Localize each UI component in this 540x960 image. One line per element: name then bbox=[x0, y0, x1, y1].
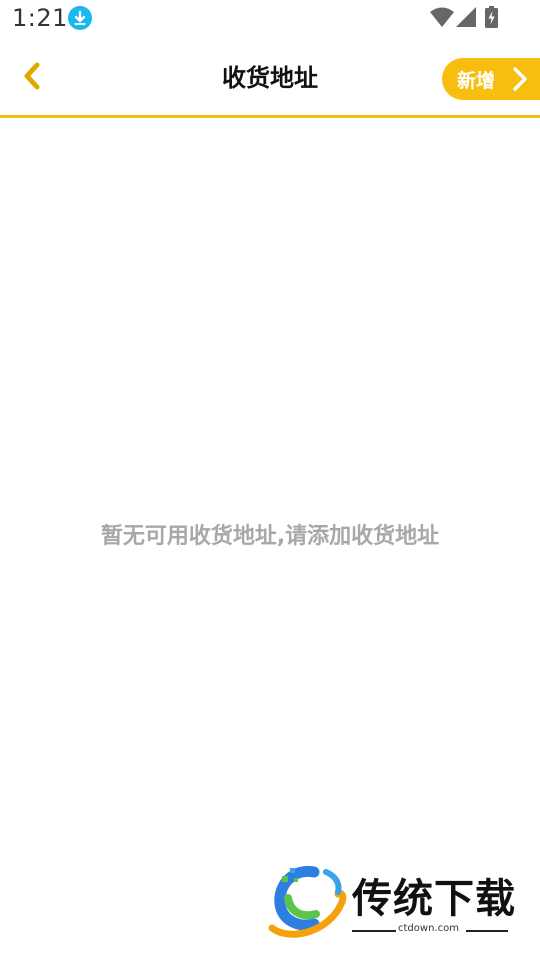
empty-state-message: 暂无可用收货地址,请添加收货地址 bbox=[100, 524, 440, 549]
add-address-label: 新增 bbox=[457, 69, 496, 92]
watermark-divider-left bbox=[352, 930, 396, 932]
brand-logo-icon bbox=[268, 862, 348, 938]
watermark-url: ctdown.com bbox=[398, 923, 459, 934]
watermark-divider-right bbox=[466, 930, 508, 932]
add-address-button[interactable]: 新增 bbox=[442, 58, 540, 100]
address-list-screen: 1:21 收货地址 新增 暂无可用收货地址,请添加收货地址 传统下载 ctdow… bbox=[0, 0, 540, 960]
wifi-icon bbox=[430, 7, 454, 31]
status-bar: 1:21 bbox=[0, 0, 540, 40]
status-time: 1:21 bbox=[12, 4, 68, 32]
battery-charging-icon bbox=[485, 6, 498, 32]
app-header: 收货地址 新增 bbox=[0, 40, 540, 118]
cellular-signal-icon bbox=[456, 7, 476, 31]
status-icons bbox=[430, 6, 500, 30]
watermark: 传统下载 ctdown.com bbox=[268, 862, 518, 942]
watermark-brand-text: 传统下载 bbox=[352, 876, 516, 922]
chevron-right-icon bbox=[510, 66, 530, 92]
download-notification-icon bbox=[68, 6, 92, 30]
